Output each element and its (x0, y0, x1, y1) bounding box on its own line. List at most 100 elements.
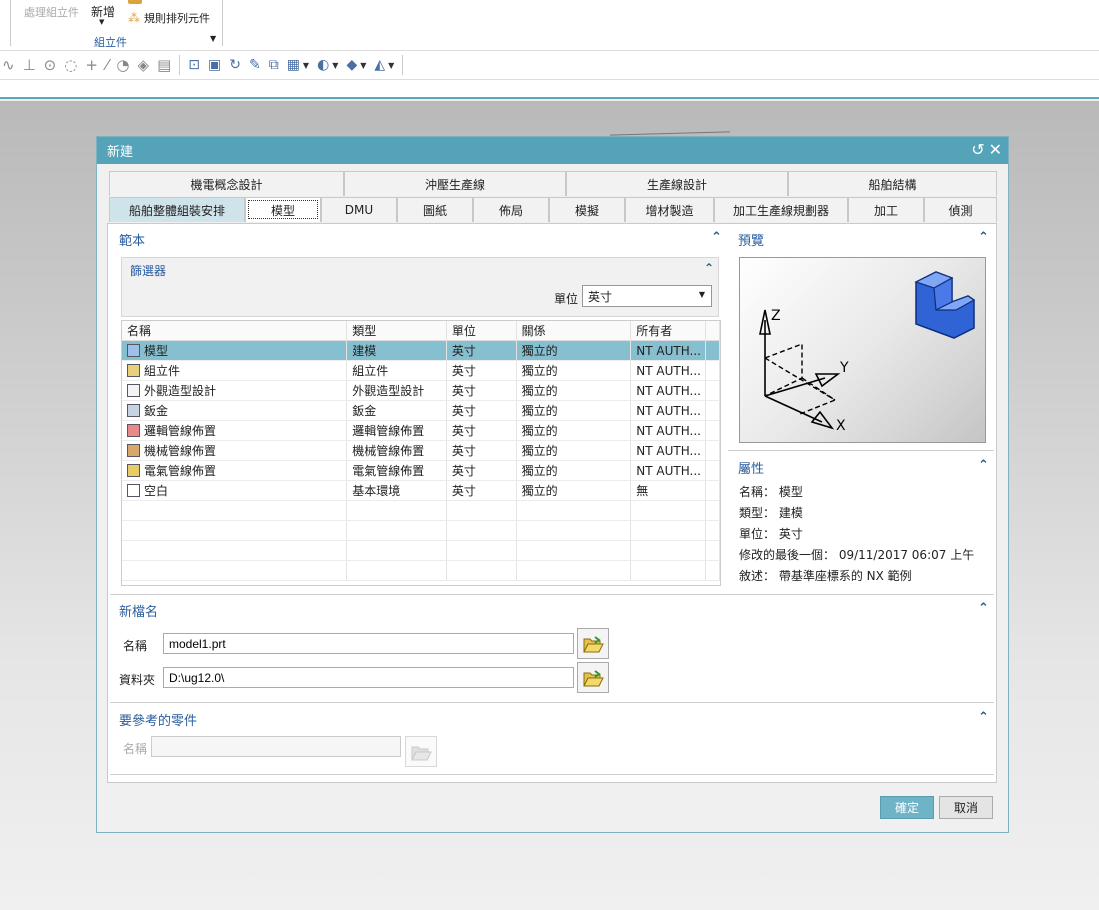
col-relation[interactable]: 關係 (517, 321, 632, 340)
zoom-fit-icon[interactable]: ⊡ (188, 57, 200, 73)
filter-collapse-icon[interactable]: ⌃ (704, 261, 714, 275)
tab-inspection[interactable]: 偵測 (924, 197, 997, 222)
new-dropdown-icon[interactable]: ▼ (99, 18, 104, 26)
prop-description: 敘述： 帶基準座標系的 NX 範例 (739, 569, 912, 583)
blank-template-icon: 空白 (122, 481, 348, 500)
cancel-button[interactable]: 取消 (939, 796, 993, 819)
empty-row (122, 521, 720, 541)
orient-icon[interactable]: ◭ (374, 57, 385, 73)
templates-title: 範本 (119, 234, 146, 249)
table-row[interactable]: 機械管線佈置 機械管線佈置 英寸 獨立的 NT AUTH... (122, 441, 720, 461)
view-icon[interactable]: ⧉ (269, 57, 279, 73)
tab-layout[interactable]: 佈局 (473, 197, 549, 222)
templates-collapse-icon[interactable]: ⌃ (711, 230, 722, 245)
rotate-icon[interactable]: ↻ (229, 57, 241, 73)
dropdown-icon[interactable]: ▼ (303, 61, 309, 70)
table-header: 名稱 類型 單位 關係 所有者 (122, 321, 720, 341)
cell-relation: 獨立的 (517, 341, 632, 360)
add-component-icon[interactable] (128, 0, 142, 4)
cell-name: 外觀造型設計 (144, 384, 217, 398)
cell-unit: 英寸 (447, 341, 517, 360)
tabs-row-1: 機電概念設計 沖壓生產線 生產線設計 船舶結構 (109, 171, 997, 196)
col-spacer (706, 321, 720, 340)
new-filename-collapse-icon[interactable]: ⌃ (978, 601, 989, 616)
preview-collapse-icon[interactable]: ⌃ (978, 230, 989, 245)
tab-ship-assembly[interactable]: 船舶整體組裝安排 (109, 197, 245, 222)
table-row[interactable]: 鈑金 鈑金 英寸 獨立的 NT AUTH... (122, 401, 720, 421)
ok-button[interactable]: 確定 (880, 796, 934, 819)
cube-icon[interactable]: ◆ (346, 57, 357, 73)
template-table: 名稱 類型 單位 關係 所有者 模型 建模 英寸 獨立的 NT AUTH... … (121, 320, 721, 586)
table-row[interactable]: 邏輯管線佈置 邏輯管線佈置 英寸 獨立的 NT AUTH... (122, 421, 720, 441)
cell-type: 基本環境 (347, 481, 447, 500)
circle-center-icon[interactable]: ⊙ (44, 56, 57, 74)
tab-ship-structure[interactable]: 船舶結構 (788, 171, 997, 196)
table-row[interactable]: 組立件 組立件 英寸 獨立的 NT AUTH... (122, 361, 720, 381)
assembly-group-label: 組立件 (94, 36, 127, 49)
cell-spacer (706, 361, 720, 380)
table-row[interactable]: 電氣管線佈置 電氣管線佈置 英寸 獨立的 NT AUTH... (122, 461, 720, 481)
close-icon[interactable]: ✕ (989, 140, 1002, 159)
col-type[interactable]: 類型 (347, 321, 447, 340)
table-row[interactable]: 空白 基本環境 英寸 獨立的 無 (122, 481, 720, 501)
ribbon-separator (10, 0, 11, 46)
pattern-component-button[interactable]: ⁂ 規則排列元件 (128, 10, 210, 26)
reference-name-label: 名稱 (123, 742, 148, 756)
dropdown-icon[interactable]: ▼ (388, 61, 394, 70)
face-icon[interactable]: ◈ (138, 56, 150, 74)
unit-label: 單位 (554, 292, 579, 306)
tab-drawing[interactable]: 圖紙 (397, 197, 473, 222)
filter-icon[interactable]: ▤ (157, 56, 171, 74)
properties-collapse-icon[interactable]: ⌃ (978, 458, 989, 473)
col-name[interactable]: 名稱 (122, 321, 348, 340)
browse-folder-button[interactable] (577, 662, 609, 693)
render-style-icon[interactable]: ◐ (317, 57, 329, 73)
cell-name: 組立件 (144, 364, 181, 378)
tab-additive[interactable]: 增材製造 (625, 197, 714, 222)
pan-icon[interactable]: ✎ (249, 57, 261, 73)
tab-dmu[interactable]: DMU (321, 197, 397, 222)
tab-line-planner[interactable]: 加工生產線規劃器 (714, 197, 848, 222)
csys-preview-graphic: Z Y X (759, 271, 976, 434)
tab-machining[interactable]: 加工 (848, 197, 924, 222)
reset-icon[interactable]: ↺ (971, 140, 984, 159)
col-unit[interactable]: 單位 (447, 321, 517, 340)
tab-model[interactable]: 模型 (245, 197, 321, 222)
empty-row (122, 561, 720, 581)
snap-icon[interactable]: ◔ (116, 56, 129, 74)
chevron-down-icon: ▼ (698, 290, 705, 299)
tab-line-design[interactable]: 生產線設計 (566, 171, 788, 196)
dialog-titlebar: 新建 ↺ ✕ (97, 137, 1008, 164)
cell-owner: NT AUTH... (631, 341, 707, 360)
table-row[interactable]: 外觀造型設計 外觀造型設計 英寸 獨立的 NT AUTH... (122, 381, 720, 401)
curve-icon[interactable]: ∿ (2, 56, 15, 74)
group-dropdown-icon[interactable]: ▼ (210, 34, 216, 43)
cell-type: 電氣管線佈置 (347, 461, 447, 480)
col-owner[interactable]: 所有者 (631, 321, 707, 340)
cell-spacer (706, 341, 720, 360)
reference-part-collapse-icon[interactable]: ⌃ (978, 710, 989, 725)
tab-simulation[interactable]: 模擬 (549, 197, 625, 222)
cell-relation: 獨立的 (517, 461, 632, 480)
quadrant-icon[interactable]: ◌ (64, 56, 77, 74)
line-icon[interactable]: ⁄ (106, 56, 109, 74)
table-row[interactable]: 模型 建模 英寸 獨立的 NT AUTH... (122, 341, 720, 361)
filename-input[interactable] (163, 633, 574, 654)
browse-filename-button[interactable] (577, 628, 609, 659)
dropdown-icon[interactable]: ▼ (332, 61, 338, 70)
cell-spacer (706, 381, 720, 400)
unit-select[interactable]: 英寸 ▼ (582, 285, 712, 307)
plus-icon[interactable]: + (85, 56, 98, 74)
intersect-icon[interactable]: ⊥ (23, 56, 36, 74)
tab-stamping[interactable]: 沖壓生產線 (344, 171, 566, 196)
layout-icon[interactable]: ▦ (287, 57, 300, 73)
ribbon: 處理組立件 新增 ▼ ⁂ 規則排列元件 組立件 ▼ (0, 0, 1099, 50)
tab-mechatronics[interactable]: 機電概念設計 (109, 171, 344, 196)
properties-title: 屬性 (738, 462, 765, 477)
dropdown-icon[interactable]: ▼ (360, 61, 366, 70)
toolbar-separator (179, 55, 181, 75)
folder-input[interactable] (163, 667, 574, 688)
preview-title: 預覽 (738, 234, 765, 249)
folder-open-icon (411, 746, 432, 760)
zoom-window-icon[interactable]: ▣ (208, 57, 221, 73)
